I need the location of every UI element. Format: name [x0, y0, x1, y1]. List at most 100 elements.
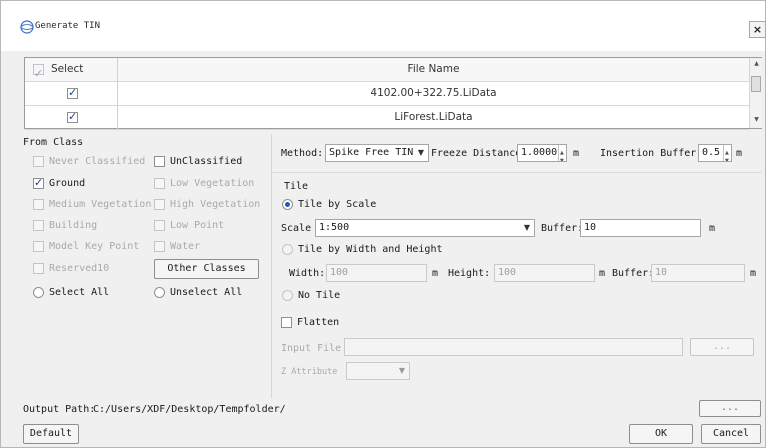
table-scrollbar[interactable]: ▲ ▼ — [749, 58, 762, 128]
low-point-label: Low Point — [170, 220, 225, 231]
freeze-distance-spinner[interactable]: ▲ ▼ — [558, 145, 566, 161]
select-all-label: Select All — [49, 287, 110, 298]
insertion-buffer-label: Insertion Buffer — [600, 148, 697, 159]
buffer-unit: m — [709, 223, 716, 234]
spin-down-icon[interactable]: ▼ — [560, 153, 564, 161]
high-vegetation-checkbox[interactable] — [154, 199, 165, 210]
scroll-down-icon[interactable]: ▼ — [752, 116, 761, 123]
unclassified-label: UnClassified — [170, 156, 243, 167]
title-bar: Generate TIN × — [1, 1, 766, 51]
water-label: Water — [170, 241, 201, 252]
tile-by-width-height-radio[interactable] — [282, 244, 293, 255]
low-vegetation-label: Low Vegetation — [170, 178, 255, 189]
freeze-distance-input[interactable]: 1.0000 ▲ ▼ — [517, 144, 567, 162]
scale-label: Scale — [281, 223, 312, 234]
width-label: Width: — [289, 268, 326, 279]
tile-heading: Tile — [284, 181, 309, 192]
freeze-distance-label: Freeze Distance — [431, 148, 522, 159]
tile-by-width-height-label: Tile by Width and Height — [298, 244, 443, 255]
method-separator — [271, 172, 762, 173]
method-label: Method: — [281, 148, 324, 159]
building-label: Building — [49, 220, 98, 231]
ok-button[interactable]: OK — [629, 424, 693, 444]
ground-checkbox[interactable]: ✓ — [33, 176, 44, 189]
chevron-down-icon: ▼ — [523, 223, 530, 232]
reserved10-label: Reserved10 — [49, 263, 110, 274]
select-all-rows-checkbox[interactable]: ✓ — [33, 64, 44, 80]
input-file-label: Input File — [281, 343, 342, 354]
freeze-distance-value: 1.0000 — [521, 147, 558, 158]
file-table: ✓ Select File Name ✓ 4102.00+322.75.LiDa… — [24, 57, 762, 130]
low-point-checkbox[interactable] — [154, 220, 165, 231]
file-name-cell: LiForest.LiData — [394, 111, 473, 123]
checkmark-icon: ✓ — [34, 176, 44, 189]
scroll-thumb[interactable] — [751, 76, 761, 92]
model-key-point-checkbox[interactable] — [33, 241, 44, 252]
medium-vegetation-checkbox[interactable] — [33, 199, 44, 210]
wh-buffer-unit: m — [750, 268, 757, 279]
z-attribute-label: Z Attribute — [281, 367, 338, 377]
row-checkbox[interactable]: ✓ — [67, 110, 78, 123]
window-title: Generate TIN — [35, 21, 101, 31]
height-label: Height: — [448, 268, 491, 279]
cancel-button[interactable]: Cancel — [701, 424, 761, 444]
insertion-buffer-input[interactable]: 0.5 ▲ ▼ — [698, 144, 732, 162]
from-class-heading: From Class — [23, 137, 84, 148]
wh-buffer-label: Buffer: — [612, 268, 655, 279]
flatten-checkbox[interactable] — [281, 317, 292, 328]
input-file-browse-button[interactable]: ... — [690, 338, 754, 356]
low-vegetation-checkbox[interactable] — [154, 178, 165, 189]
row-select-cell: ✓ — [25, 82, 118, 106]
freeze-distance-unit: m — [573, 148, 580, 159]
scroll-up-icon[interactable]: ▲ — [752, 60, 761, 67]
buffer-label: Buffer: — [541, 223, 584, 234]
reserved10-checkbox[interactable] — [33, 263, 44, 274]
buffer-input[interactable]: 10 — [580, 219, 701, 237]
spin-down-icon[interactable]: ▼ — [725, 153, 729, 161]
method-dropdown[interactable]: Spike Free TIN ▼ — [325, 144, 429, 162]
select-all-radio[interactable] — [33, 287, 44, 298]
scale-selected-value: 1:500 — [319, 222, 350, 233]
insertion-buffer-spinner[interactable]: ▲ ▼ — [723, 145, 731, 161]
height-input[interactable]: 100 — [494, 264, 595, 282]
model-key-point-label: Model Key Point — [49, 241, 140, 252]
scale-dropdown[interactable]: 1:500 ▼ — [315, 219, 535, 237]
close-button[interactable]: × — [749, 21, 766, 38]
generate-tin-dialog: Generate TIN × ✓ Select File Name ✓ 4102… — [0, 0, 766, 448]
width-input[interactable]: 100 — [326, 264, 427, 282]
select-header-label: Select — [51, 63, 84, 75]
high-vegetation-label: High Vegetation — [170, 199, 261, 210]
water-checkbox[interactable] — [154, 241, 165, 252]
input-file-field[interactable] — [344, 338, 683, 356]
radio-selected-icon — [285, 202, 290, 207]
method-selected-value: Spike Free TIN — [329, 147, 414, 158]
no-tile-label: No Tile — [298, 290, 341, 301]
tile-by-scale-label: Tile by Scale — [298, 199, 377, 210]
wh-buffer-input[interactable]: 10 — [651, 264, 745, 282]
tile-by-scale-radio[interactable] — [282, 199, 293, 210]
table-row[interactable]: ✓ LiForest.LiData — [25, 106, 749, 130]
medium-vegetation-label: Medium Vegetation — [49, 199, 152, 210]
other-classes-button[interactable]: Other Classes — [154, 259, 259, 279]
building-checkbox[interactable] — [33, 220, 44, 231]
file-name-cell: 4102.00+322.75.LiData — [370, 87, 497, 99]
panel-divider — [271, 134, 272, 398]
output-path-browse-button[interactable]: ... — [699, 400, 761, 417]
row-checkbox[interactable]: ✓ — [67, 86, 78, 99]
checkmark-icon: ✓ — [68, 110, 78, 123]
unclassified-checkbox[interactable] — [154, 156, 165, 167]
table-row[interactable]: ✓ 4102.00+322.75.LiData — [25, 82, 749, 106]
chevron-down-icon: ▼ — [398, 366, 405, 375]
flatten-label: Flatten — [297, 317, 340, 328]
no-tile-radio[interactable] — [282, 290, 293, 301]
unselect-all-radio[interactable] — [154, 287, 165, 298]
ground-label: Ground — [49, 178, 86, 189]
select-column-header: ✓ Select — [25, 58, 118, 82]
row-select-cell: ✓ — [25, 106, 118, 130]
app-logo-icon — [20, 20, 34, 34]
default-button[interactable]: Default — [23, 424, 79, 444]
z-attribute-dropdown[interactable]: ▼ — [346, 362, 410, 380]
chevron-down-icon: ▼ — [417, 148, 424, 157]
never-classified-label: Never Classified — [49, 156, 146, 167]
never-classified-checkbox[interactable] — [33, 156, 44, 167]
